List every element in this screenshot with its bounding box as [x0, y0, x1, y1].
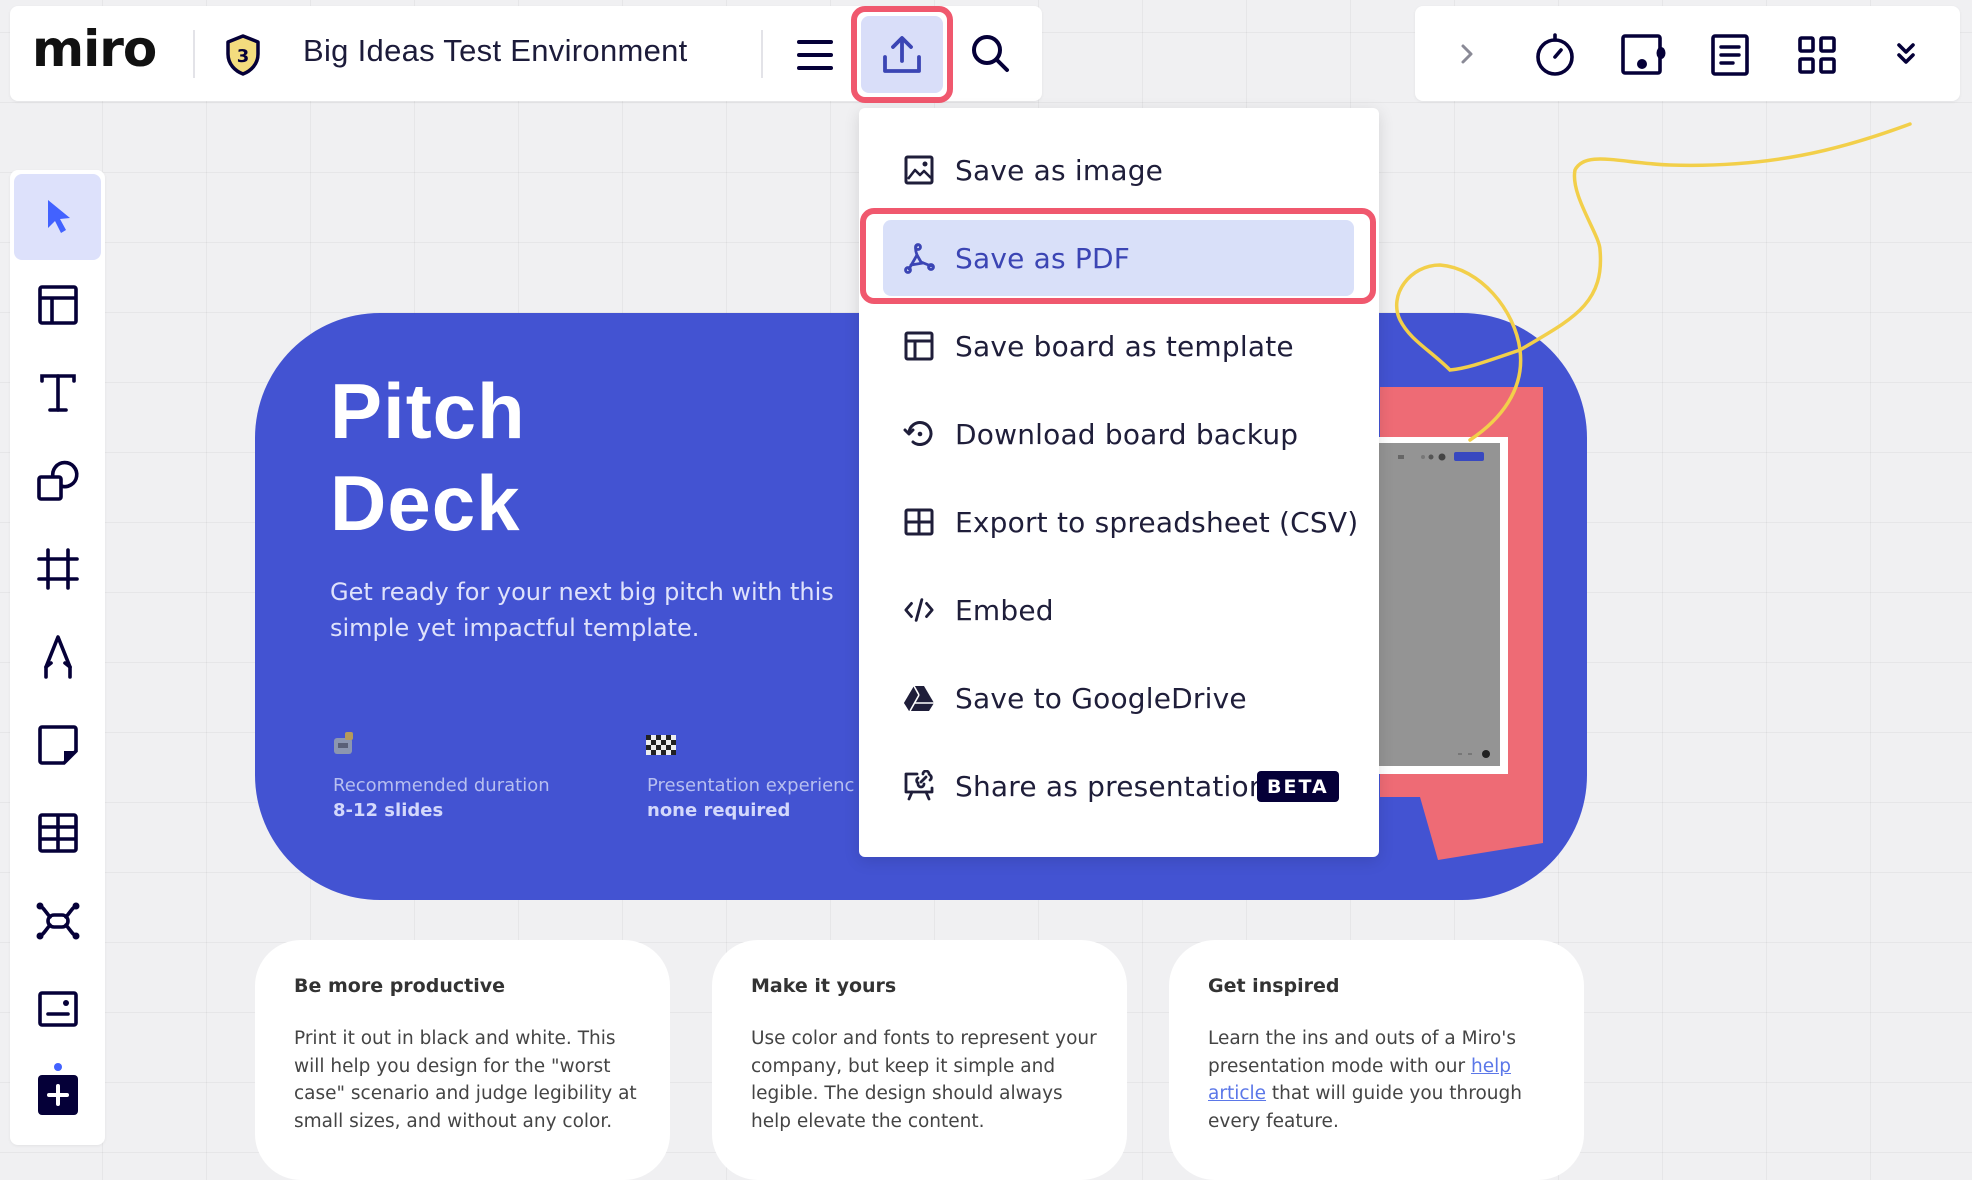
frame-icon [36, 548, 79, 590]
menu-item-export-to-csv[interactable]: Export to spreadsheet (CSV) [859, 482, 1379, 562]
pitch-deck-title: Pitch Deck [330, 365, 526, 549]
menu-item-save-as-pdf[interactable]: Save as PDF [859, 218, 1379, 298]
notes-icon [1711, 34, 1749, 76]
card-icon [37, 991, 78, 1027]
pitch-deck-subtitle: Get ready for your next big pitch with t… [330, 578, 834, 642]
meta-experience-value: none required [647, 800, 791, 821]
menu-item-label: Export to spreadsheet (CSV) [955, 505, 1359, 539]
tool-text[interactable] [14, 350, 101, 436]
menu-item-label: Save to GoogleDrive [955, 681, 1247, 715]
presentation-icon [903, 770, 935, 802]
mind-map-icon [36, 902, 79, 940]
main-menu-button[interactable] [790, 30, 840, 80]
menu-item-label: Save as image [955, 153, 1164, 187]
tool-pen[interactable] [14, 614, 101, 700]
pen-icon [43, 635, 72, 679]
more-toolbar-button[interactable] [1887, 33, 1925, 75]
tool-shapes[interactable] [14, 438, 101, 524]
plan-badge-number: 3 [237, 46, 250, 67]
google-drive-icon [903, 682, 935, 714]
template-layout-icon [37, 285, 78, 325]
menu-item-label: Save board as template [955, 329, 1294, 363]
voting-icon [1621, 34, 1666, 75]
shapes-icon [36, 460, 79, 501]
tool-more-apps[interactable] [14, 1052, 101, 1138]
plan-shield-badge-icon[interactable]: 3 [224, 34, 262, 76]
apps-grid-icon [1798, 36, 1836, 74]
image-icon [903, 154, 935, 186]
upload-export-icon [883, 35, 921, 73]
info-card-make-it-yours[interactable]: Make it yours Use color and fonts to rep… [712, 940, 1127, 1180]
export-button-inner [861, 16, 943, 93]
sticky-note-icon [37, 725, 78, 765]
info-card-body-text: Learn the ins and outs of a Miro's prese… [1208, 1028, 1516, 1077]
info-card-body: Learn the ins and outs of a Miro's prese… [1208, 1025, 1558, 1135]
creation-toolbar [10, 170, 105, 1145]
code-icon [903, 594, 935, 626]
tool-mind-map[interactable] [14, 878, 101, 964]
text-icon [39, 374, 76, 412]
title-line-1: Pitch [330, 367, 526, 455]
info-card-body: Use color and fonts to represent your co… [751, 1028, 1097, 1132]
menu-item-save-to-googledrive[interactable]: Save to GoogleDrive [859, 658, 1379, 738]
tool-card[interactable] [14, 966, 101, 1052]
menu-item-save-as-image[interactable]: Save as image [859, 130, 1379, 210]
info-card-body: Print it out in black and white. This wi… [294, 1028, 637, 1132]
yellow-scribble-drawing[interactable] [1370, 110, 1972, 910]
info-card-productive[interactable]: Be more productive Print it out in black… [255, 940, 670, 1180]
voting-button[interactable] [1618, 30, 1670, 80]
collapse-toolbar-button[interactable] [1448, 33, 1486, 75]
divider [193, 30, 195, 78]
search-icon [972, 35, 1009, 72]
meta-experience-label: Presentation experienc [647, 775, 855, 796]
search-button[interactable] [965, 28, 1015, 78]
title-line-2: Deck [330, 459, 521, 547]
info-card-title: Get inspired [1208, 975, 1340, 997]
meta-duration: Recommended duration 8-12 slides [333, 775, 550, 821]
tool-frame[interactable] [14, 526, 101, 612]
menu-item-share-as-presentation[interactable]: Share as presentation BETA [859, 746, 1379, 826]
cursor-icon [47, 200, 70, 233]
meta-duration-label: Recommended duration [333, 775, 550, 796]
robot-emoji-icon [334, 732, 353, 754]
info-card-get-inspired[interactable]: Get inspired Learn the ins and outs of a… [1169, 940, 1584, 1180]
meta-experience: Presentation experienc none required [647, 775, 854, 821]
menu-item-label: Embed [955, 593, 1054, 627]
timer-icon [1536, 33, 1574, 76]
menu-item-label: Share as presentation [955, 769, 1267, 803]
miro-logo[interactable]: miro [32, 20, 157, 78]
timer-button[interactable] [1530, 30, 1580, 80]
pdf-icon [903, 242, 935, 274]
meta-duration-value: 8-12 slides [333, 800, 444, 821]
tool-table[interactable] [14, 790, 101, 876]
double-chevron-down-icon [1897, 43, 1915, 64]
plus-icon [37, 1075, 78, 1115]
info-card-title: Make it yours [751, 975, 897, 997]
board-toolbar-right [1415, 6, 1960, 101]
spreadsheet-icon [903, 506, 935, 538]
beta-badge: BETA [1257, 770, 1339, 802]
board-title[interactable]: Big Ideas Test Environment [303, 33, 688, 69]
tool-templates[interactable] [14, 262, 101, 348]
notes-button[interactable] [1705, 30, 1755, 80]
export-button[interactable] [851, 6, 953, 103]
menu-item-label: Download board backup [955, 417, 1299, 451]
menu-item-save-board-as-template[interactable]: Save board as template [859, 306, 1379, 386]
menu-item-download-board-backup[interactable]: Download board backup [859, 394, 1379, 474]
menu-item-embed[interactable]: Embed [859, 570, 1379, 650]
hamburger-menu-icon [797, 40, 833, 70]
template-icon [903, 330, 935, 362]
backup-icon [903, 418, 935, 450]
tool-select[interactable] [14, 174, 101, 260]
menu-item-label: Save as PDF [955, 241, 1131, 275]
table-icon [37, 813, 78, 853]
info-card-title: Be more productive [294, 975, 505, 997]
divider [761, 30, 763, 78]
tool-sticky-note[interactable] [14, 702, 101, 788]
checkered-flag-icon [646, 735, 676, 755]
export-menu: Save as image Save as PDF Save board as … [859, 108, 1379, 857]
chevron-right-icon [1461, 44, 1473, 64]
apps-button[interactable] [1792, 30, 1842, 80]
